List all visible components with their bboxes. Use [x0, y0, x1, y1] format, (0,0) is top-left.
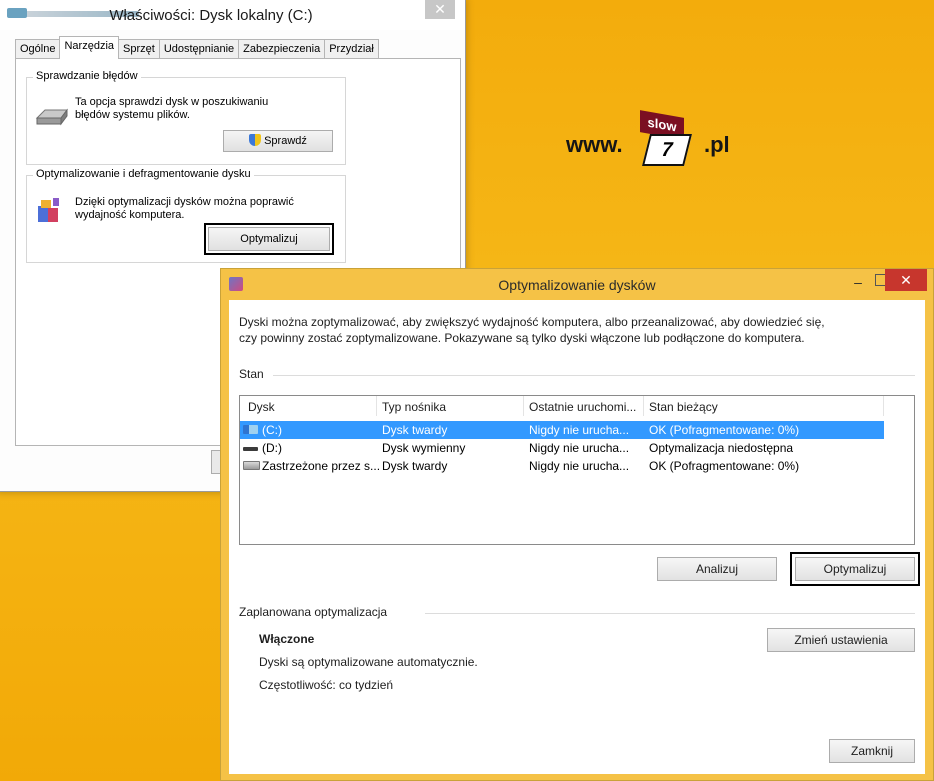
- column-divider[interactable]: [376, 396, 377, 416]
- description-line-1: Dyski można zoptymalizować, aby zwiększy…: [239, 315, 825, 329]
- row-media: Dysk twardy: [382, 459, 448, 473]
- tab-quota[interactable]: Przydział: [324, 39, 379, 59]
- defrag-icon: [38, 198, 59, 222]
- properties-title: Właściwości: Dysk lokalny (C:): [109, 7, 313, 24]
- row-last-run: Nigdy nie urucha...: [529, 423, 630, 437]
- row-last-run: Nigdy nie urucha...: [529, 441, 630, 455]
- removable-drive-icon: [243, 447, 258, 451]
- column-divider[interactable]: [523, 396, 524, 416]
- column-last-run[interactable]: Ostatnie uruchomi...: [529, 400, 636, 414]
- table-row[interactable]: (C:) Dysk twardy Nigdy nie urucha... OK …: [240, 421, 884, 439]
- row-disk: (C:): [262, 423, 282, 437]
- watermark-badge: slow 7: [640, 110, 702, 170]
- status-divider: [273, 375, 915, 376]
- watermark-number: 7: [642, 134, 692, 166]
- list-header: Dysk Typ nośnika Ostatnie uruchomi... St…: [240, 396, 914, 416]
- status-label: Stan: [239, 367, 264, 381]
- row-media: Dysk twardy: [382, 423, 448, 437]
- frequency-text: Częstotliwość: co tydzień: [259, 678, 394, 692]
- row-status: OK (Pofragmentowane: 0%): [649, 423, 800, 437]
- error-check-text-1: Ta opcja sprawdzi dysk w poszukiwaniu: [75, 96, 269, 108]
- tab-tools[interactable]: Narzędzia: [59, 36, 120, 59]
- tab-hardware[interactable]: Sprzęt: [118, 39, 160, 59]
- scheduled-state: Włączone: [259, 632, 315, 646]
- highlight-frame: [204, 223, 334, 255]
- watermark-prefix: www.: [566, 132, 623, 157]
- defrag-text-1: Dzięki optymalizacji dysków można popraw…: [75, 196, 294, 208]
- uac-shield-icon: [249, 134, 262, 146]
- system-drive-icon: [243, 425, 258, 434]
- defrag-title: Optymalizowanie i defragmentowanie dysku: [33, 168, 254, 180]
- hard-drive-icon: [35, 108, 68, 126]
- error-check-title: Sprawdzanie błędów: [33, 70, 141, 82]
- row-disk: Zastrzeżone przez s...: [262, 459, 381, 473]
- close-button[interactable]: ✕: [885, 269, 927, 291]
- column-media-type[interactable]: Typ nośnika: [382, 400, 446, 414]
- hard-drive-icon: [243, 461, 260, 470]
- check-button[interactable]: Sprawdź: [223, 130, 333, 152]
- row-last-run: Nigdy nie urucha...: [529, 459, 630, 473]
- optimize-content: Dyski można zoptymalizować, aby zwiększy…: [229, 300, 925, 774]
- properties-close-button[interactable]: ✕: [425, 0, 455, 19]
- tab-sharing[interactable]: Udostępnianie: [158, 39, 240, 59]
- check-button-label: Sprawdź: [264, 135, 307, 147]
- error-check-text-2: błędów systemu plików.: [75, 109, 190, 121]
- column-divider[interactable]: [643, 396, 644, 416]
- row-media: Dysk wymienny: [382, 441, 466, 455]
- column-disk[interactable]: Dysk: [248, 400, 275, 414]
- change-settings-button[interactable]: Zmień ustawienia: [767, 628, 915, 652]
- optimize-title: Optymalizowanie dysków: [498, 277, 656, 293]
- row-status: OK (Pofragmentowane: 0%): [649, 459, 800, 473]
- scheduled-description: Dyski są optymalizowane automatycznie.: [259, 655, 478, 669]
- defrag-group: Optymalizowanie i defragmentowanie dysku…: [26, 168, 346, 263]
- column-current-status[interactable]: Stan bieżący: [649, 400, 718, 414]
- watermark-logo: www. slow 7 .pl: [566, 108, 746, 174]
- analyze-button[interactable]: Analizuj: [657, 557, 777, 581]
- scheduled-divider: [425, 613, 915, 614]
- drives-list[interactable]: Dysk Typ nośnika Ostatnie uruchomi... St…: [239, 395, 915, 545]
- defrag-text-2: wydajność komputera.: [75, 209, 185, 221]
- watermark-suffix: .pl: [704, 132, 730, 157]
- highlight-frame: [790, 552, 920, 586]
- minimize-button[interactable]: –: [849, 275, 867, 289]
- table-row[interactable]: (D:) Dysk wymienny Nigdy nie urucha... O…: [240, 439, 884, 457]
- tab-security[interactable]: Zabezpieczenia: [238, 39, 326, 59]
- close-dialog-button[interactable]: Zamknij: [829, 739, 915, 763]
- row-status: Optymalizacja niedostępna: [649, 441, 794, 455]
- description-line-2: czy powinny zostać zoptymalizowane. Poka…: [239, 331, 805, 345]
- optimize-title-bar[interactable]: Optymalizowanie dysków – ✕: [221, 269, 933, 299]
- properties-title-bar[interactable]: Właściwości: Dysk lokalny (C:) ✕: [0, 0, 465, 30]
- optimize-description: Dyski można zoptymalizować, aby zwiększy…: [239, 314, 899, 346]
- table-row[interactable]: Zastrzeżone przez s... Dysk twardy Nigdy…: [240, 457, 884, 475]
- row-disk: (D:): [262, 441, 282, 455]
- column-divider[interactable]: [883, 396, 884, 416]
- optimize-drives-window: Optymalizowanie dysków – ✕ Dyski można z…: [220, 268, 934, 781]
- properties-tabs: Ogólne Narzędzia Sprzęt Udostępnianie Za…: [15, 36, 379, 59]
- error-check-group: Sprawdzanie błędów Ta opcja sprawdzi dys…: [26, 70, 346, 165]
- tab-general[interactable]: Ogólne: [15, 39, 61, 59]
- scheduled-label: Zaplanowana optymalizacja: [239, 605, 388, 619]
